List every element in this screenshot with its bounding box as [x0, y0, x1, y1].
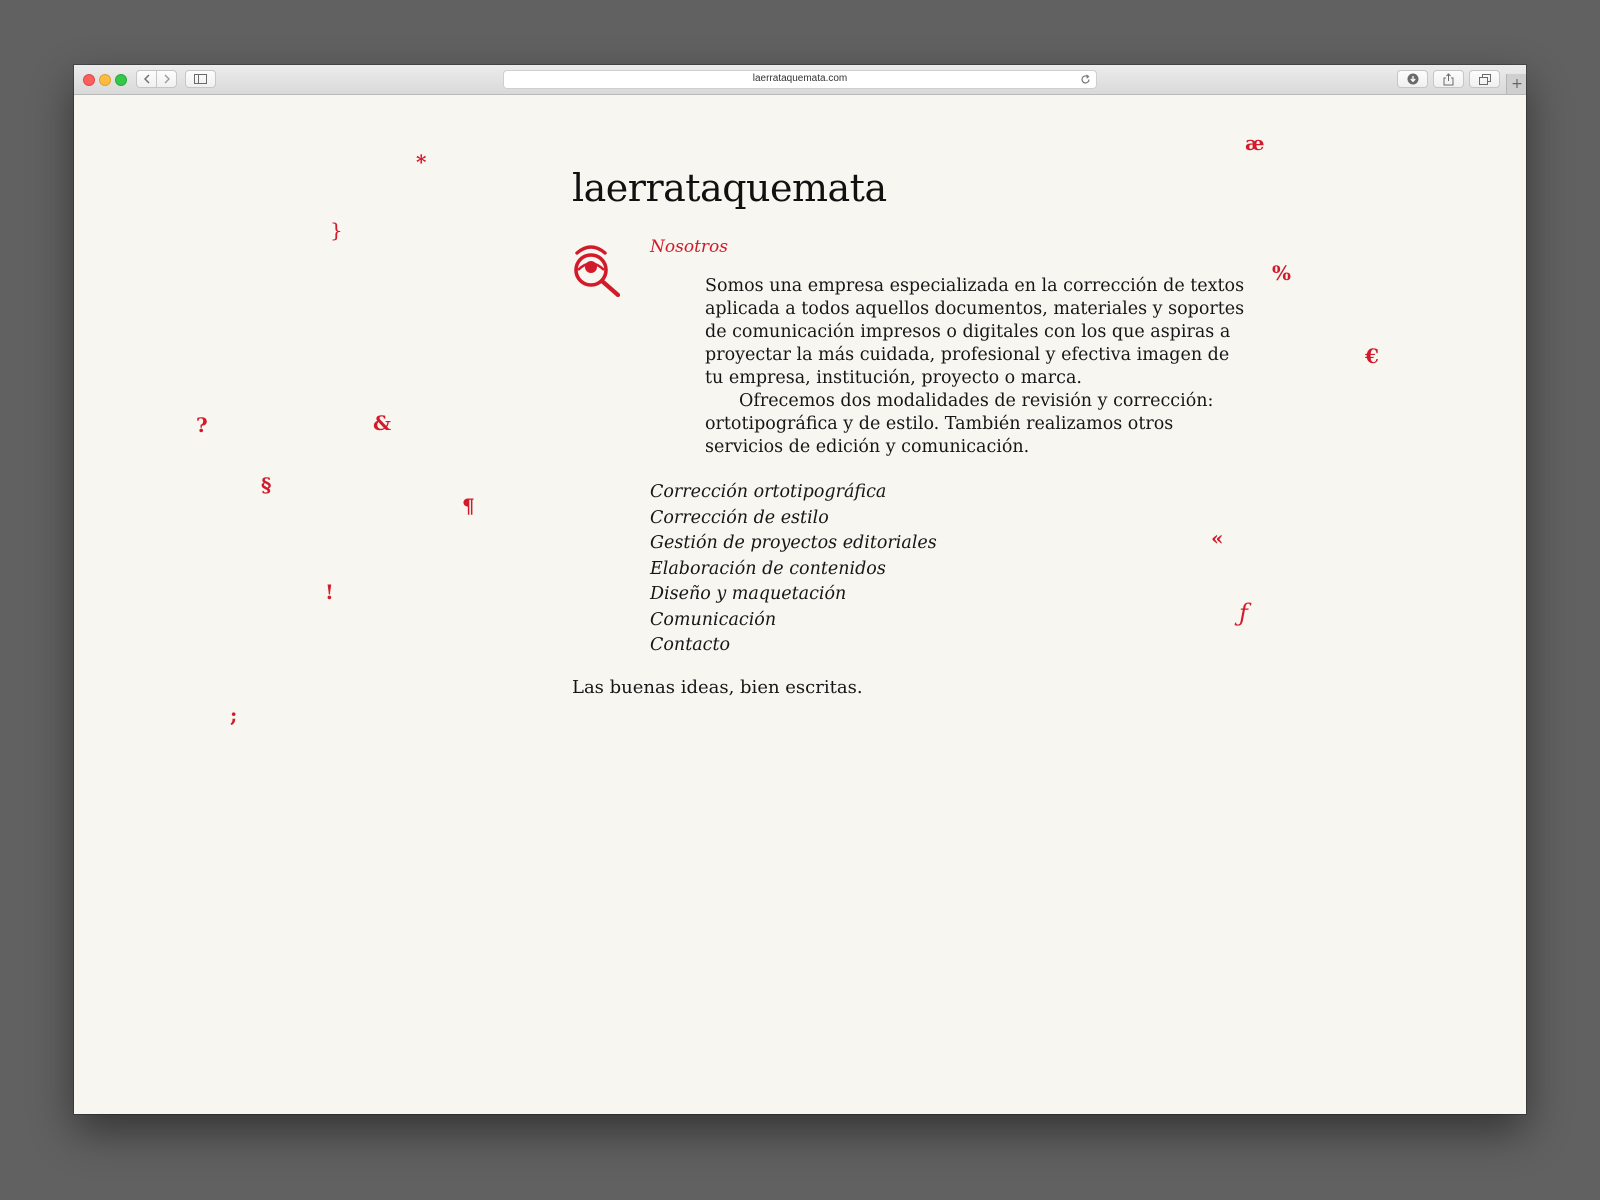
tabs-icon — [1478, 73, 1491, 85]
downloads-button[interactable] — [1397, 70, 1428, 88]
browser-window: laerrataquemata.com + * } ? & § ¶ ! ; æ … — [74, 65, 1526, 1114]
section-heading-nosotros[interactable]: Nosotros — [650, 236, 728, 258]
share-icon — [1443, 72, 1454, 85]
glyph-guillemet: « — [1211, 526, 1224, 550]
services-menu: Corrección ortotipográfica Corrección de… — [650, 480, 937, 659]
glyph-ae: æ — [1245, 131, 1265, 155]
glyph-pilcrow: ¶ — [462, 494, 475, 518]
glyph-question: ? — [196, 413, 208, 437]
address-bar[interactable]: laerrataquemata.com — [503, 70, 1097, 89]
tagline: Las buenas ideas, bien escritas. — [572, 677, 863, 698]
show-tabs-button[interactable] — [1469, 70, 1500, 88]
glyph-section: § — [261, 473, 272, 497]
forward-icon — [164, 74, 170, 84]
back-icon — [143, 74, 149, 84]
about-text: Somos una empresa especializada en la co… — [705, 275, 1245, 459]
sidebar-icon — [194, 74, 207, 84]
menu-item-correccion-ortotipografica[interactable]: Corrección ortotipográfica — [650, 480, 937, 506]
menu-item-diseno-y-maquetacion[interactable]: Diseño y maquetación — [650, 582, 937, 608]
download-icon — [1407, 73, 1418, 85]
eye-magnifier-logo — [574, 245, 621, 297]
menu-item-contacto[interactable]: Contacto — [650, 633, 937, 659]
about-paragraph: Ofrecemos dos modalidades de revisión y … — [705, 391, 1214, 457]
glyph-percent: % — [1272, 261, 1292, 285]
share-button[interactable] — [1433, 70, 1464, 88]
menu-item-comunicacion[interactable]: Comunicación — [650, 608, 937, 634]
glyph-exclamation: ! — [325, 580, 334, 604]
browser-toolbar: laerrataquemata.com + — [74, 65, 1526, 95]
url-text: laerrataquemata.com — [752, 73, 848, 84]
menu-item-elaboracion-de-contenidos[interactable]: Elaboración de contenidos — [650, 557, 937, 583]
sidebar-toggle-button[interactable] — [185, 70, 216, 88]
glyph-brace: } — [330, 218, 343, 242]
glyph-ampersand: & — [373, 411, 392, 435]
minimize-window-button[interactable] — [99, 74, 111, 86]
back-button[interactable] — [136, 70, 157, 88]
menu-item-gestion-de-proyectos[interactable]: Gestión de proyectos editoriales — [650, 531, 937, 557]
site-title[interactable]: laerrataquemata — [572, 166, 887, 212]
menu-item-correccion-de-estilo[interactable]: Corrección de estilo — [650, 506, 937, 532]
new-tab-icon: + — [1511, 76, 1523, 92]
glyph-asterisk: * — [416, 150, 427, 174]
glyph-euro: € — [1365, 344, 1379, 368]
page-content: * } ? & § ¶ ! ; æ % € « ƒ laerrataquemat… — [74, 95, 1526, 1114]
forward-button[interactable] — [156, 70, 177, 88]
new-tab-button[interactable]: + — [1506, 74, 1526, 94]
maximize-window-button[interactable] — [115, 74, 127, 86]
glyph-florin: ƒ — [1239, 599, 1248, 627]
about-paragraph: Somos una empresa especializada en la co… — [705, 276, 1245, 388]
glyph-semicolon: ; — [230, 703, 238, 727]
close-window-button[interactable] — [83, 74, 95, 86]
reload-icon[interactable] — [1080, 74, 1091, 85]
